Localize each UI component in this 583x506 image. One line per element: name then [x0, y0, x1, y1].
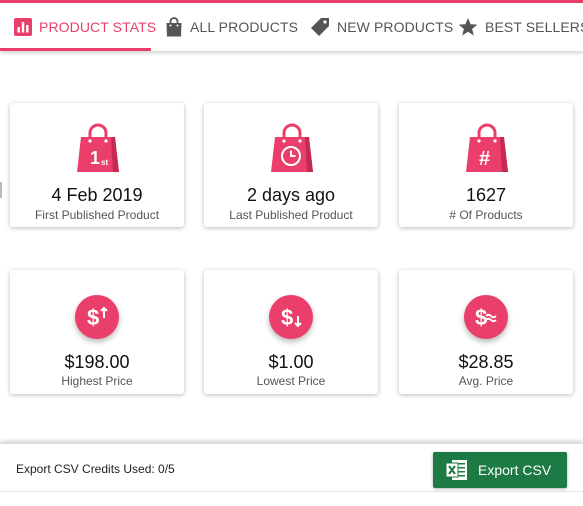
dollar-approx-icon: $	[464, 295, 508, 339]
svg-text:$: $	[475, 305, 487, 330]
svg-text:$: $	[87, 305, 99, 330]
tab-label: BEST SELLERS	[485, 19, 583, 35]
stat-value: 1627	[465, 185, 507, 205]
tab-new-products[interactable]: NEW PRODUCTS	[296, 3, 453, 51]
bag-first-suffix: st	[101, 158, 108, 167]
bag-hash-icon: #	[462, 122, 512, 174]
stat-label: First Published Product	[34, 208, 160, 222]
stat-card-lowest-price: $ $1.00 Lowest Price	[204, 270, 378, 394]
star-icon	[458, 17, 478, 37]
stat-label: Avg. Price	[458, 374, 514, 388]
stat-label: Last Published Product	[229, 208, 353, 222]
stats-panel: 1 st 4 Feb 2019 First Published Product …	[0, 51, 583, 443]
shopping-bag-icon	[165, 17, 183, 37]
bar-chart-icon	[14, 17, 32, 37]
stat-card-last-published: 2 days ago Last Published Product	[204, 103, 378, 227]
export-credits-text: Export CSV Credits Used: 0/5	[16, 462, 175, 476]
tab-label: ALL PRODUCTS	[190, 19, 299, 35]
bag-first-icon: 1 st	[73, 122, 123, 174]
tab-all-products[interactable]: ALL PRODUCTS	[151, 3, 299, 51]
stat-value: 2 days ago	[246, 185, 336, 205]
tab-best-sellers[interactable]: BEST SELLERS	[446, 3, 583, 51]
stat-label: # Of Products	[449, 208, 523, 222]
dollar-down-icon: $	[269, 295, 313, 339]
bag-hash-glyph: #	[479, 148, 490, 170]
bag-clock-icon	[267, 122, 317, 174]
footer-divider	[0, 491, 583, 492]
export-csv-label: Export CSV	[478, 462, 552, 478]
stat-card-avg-price: $ $28.85 Avg. Price	[399, 270, 573, 394]
stat-card-highest-price: $ $198.00 Highest Price	[10, 270, 184, 394]
tab-bar: PRODUCT STATS ALL PRODUCTS NEW PRODUCTS	[0, 3, 583, 51]
stat-label: Lowest Price	[256, 374, 326, 388]
svg-text:$: $	[281, 305, 293, 330]
dollar-up-icon: $	[75, 295, 119, 339]
export-csv-button[interactable]: Export CSV	[433, 452, 567, 488]
stat-value: $28.85	[458, 352, 514, 372]
stat-value: $1.00	[268, 352, 314, 372]
stat-label: Highest Price	[61, 374, 133, 388]
stat-card-first-published: 1 st 4 Feb 2019 First Published Product	[10, 103, 184, 227]
export-footer: Export CSV Credits Used: 0/5 Export CSV	[0, 443, 583, 506]
stat-card-num-products: # 1627 # Of Products	[399, 103, 573, 227]
tag-icon	[310, 17, 330, 37]
stat-value: $198.00	[64, 352, 130, 372]
stat-value: 4 Feb 2019	[51, 185, 143, 205]
tab-label: NEW PRODUCTS	[337, 19, 454, 35]
tab-label: PRODUCT STATS	[39, 19, 157, 35]
bag-first-number: 1	[90, 148, 100, 168]
excel-icon	[445, 459, 468, 481]
scroll-edge	[0, 182, 2, 198]
tab-product-stats[interactable]: PRODUCT STATS	[0, 3, 156, 51]
